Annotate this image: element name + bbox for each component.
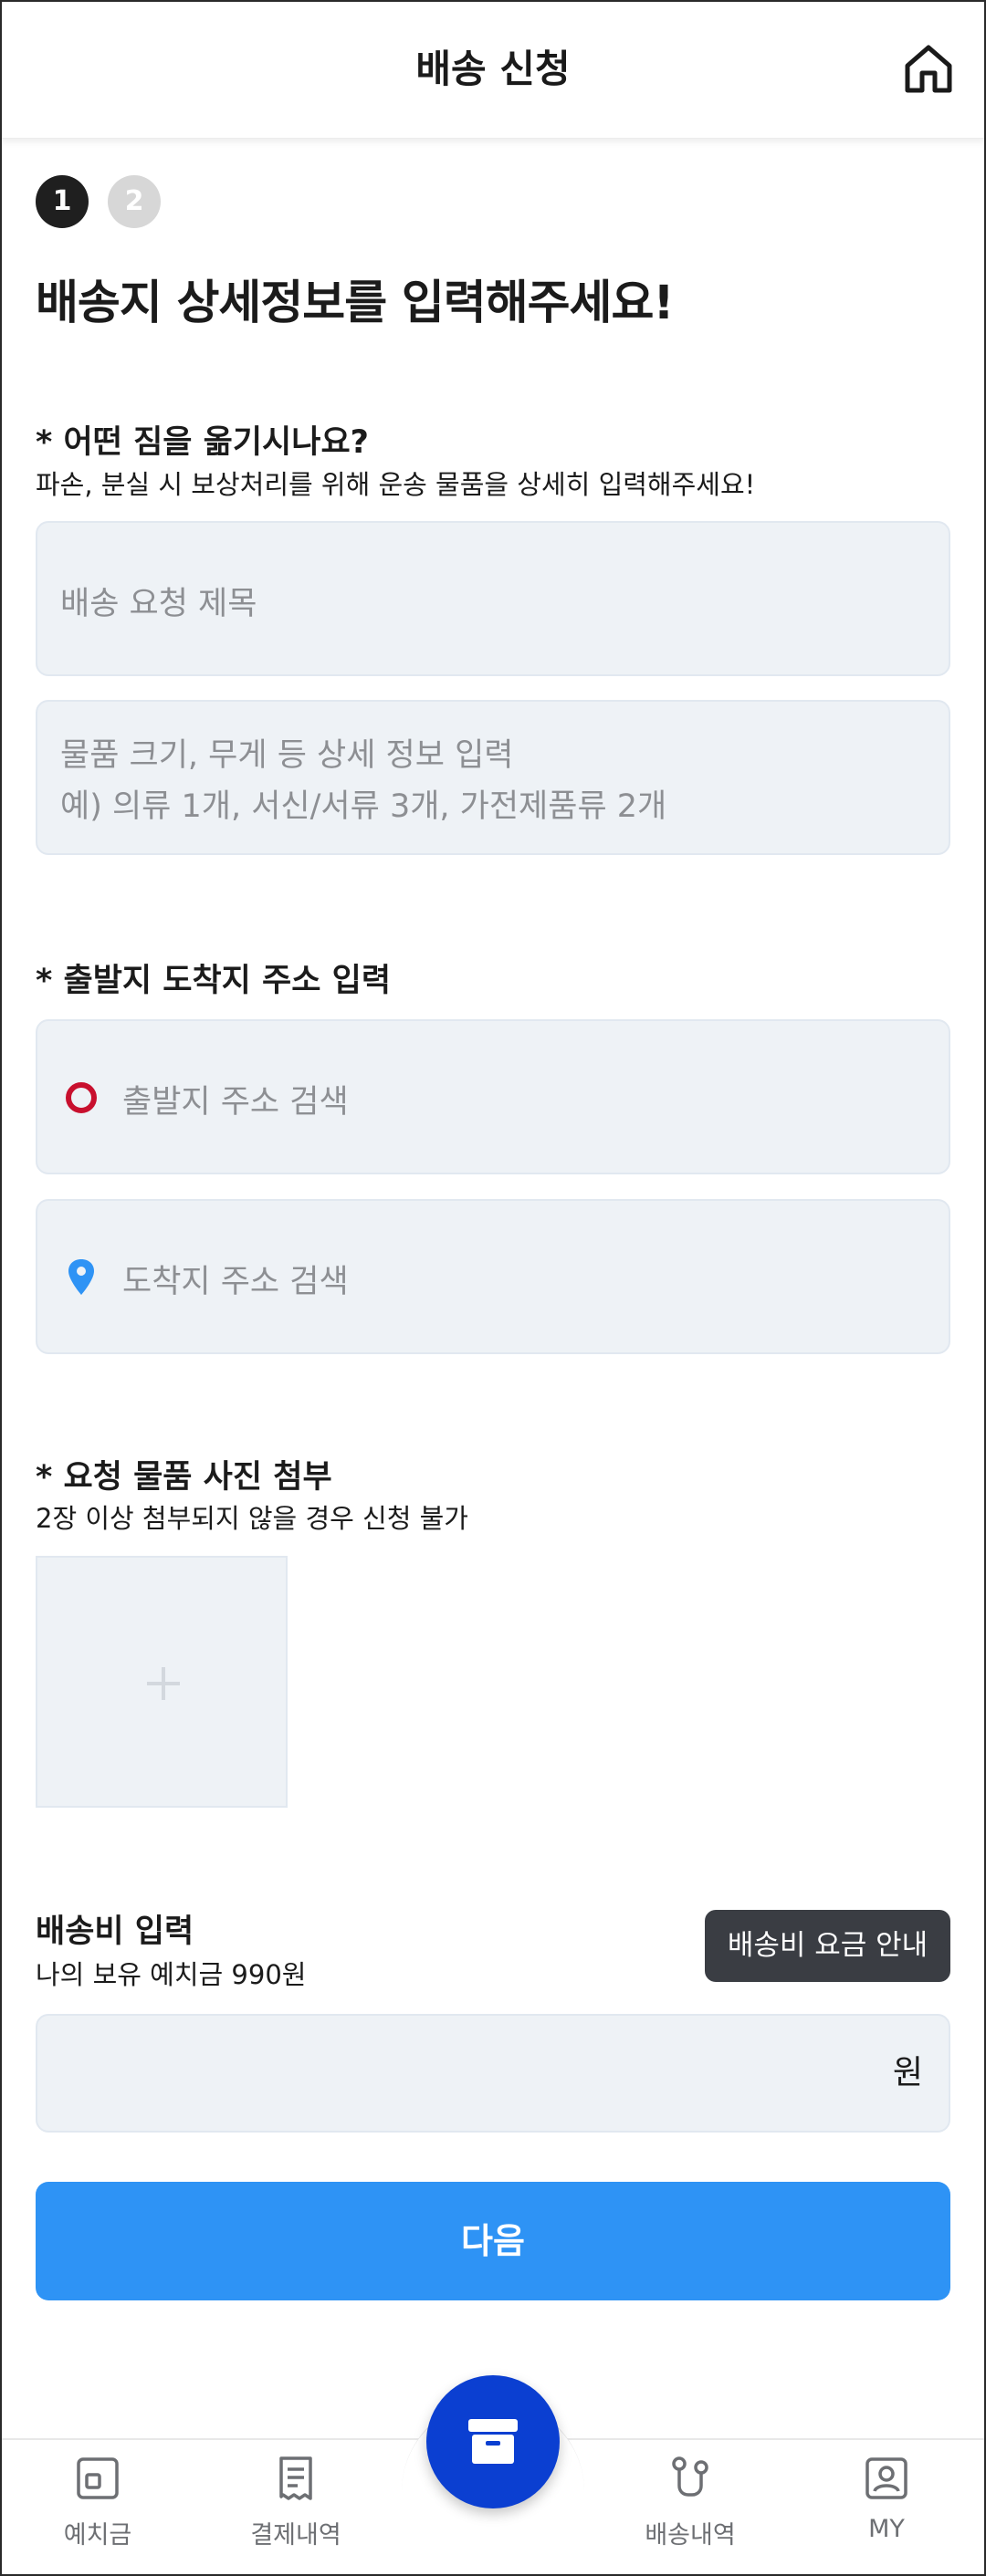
receipt-icon: [279, 2456, 312, 2500]
deposit-icon: [77, 2457, 119, 2499]
item-detail-placeholder-line2: 예) 의류 1개, 서신/서류 3개, 가전제품류 2개: [60, 788, 667, 825]
currency-unit: 원: [892, 2054, 923, 2091]
photo-section-description: 2장 이상 첨부되지 않을 경우 신청 불가: [36, 1503, 468, 1534]
photo-section-label: * 요청 물품 사진 첨부: [36, 1459, 332, 1496]
nav-item-deposit[interactable]: 예치금: [16, 2455, 180, 2550]
request-title-placeholder: 배송 요청 제목: [60, 586, 257, 622]
location-pin-icon: [68, 1259, 94, 1295]
nav-item-my[interactable]: MY: [804, 2455, 969, 2543]
plus-icon: [147, 1667, 180, 1700]
nav-label-delivery-history: 배송내역: [645, 2521, 736, 2550]
step-indicator-2: 2: [108, 175, 161, 228]
cargo-section-description: 파손, 분실 시 보상처리를 위해 운송 물품을 상세히 입력해주세요!: [36, 469, 756, 500]
nav-item-delivery-history[interactable]: 배송내역: [608, 2455, 772, 2550]
delivery-fee-input[interactable]: 원: [36, 2014, 950, 2133]
nav-label-payments: 결제내역: [250, 2521, 341, 2550]
route-icon: [672, 2456, 708, 2497]
new-delivery-button[interactable]: [426, 2375, 560, 2508]
origin-marker-icon: [66, 1082, 97, 1113]
deposit-balance-text: 나의 보유 예치금 990원: [36, 1959, 307, 1990]
next-button[interactable]: 다음: [36, 2182, 950, 2300]
origin-address-placeholder: 출발지 주소 검색: [122, 1084, 349, 1121]
app-header: 배송 신청: [0, 0, 986, 139]
item-detail-textarea[interactable]: 물품 크기, 무게 등 상세 정보 입력 예) 의류 1개, 서신/서류 3개,…: [36, 700, 950, 855]
page-title: 배송지 상세정보를 입력해주세요!: [36, 276, 675, 330]
home-icon: [905, 45, 952, 93]
fee-section-label: 배송비 입력: [36, 1914, 194, 1950]
destination-address-search[interactable]: 도착지 주소 검색: [36, 1199, 950, 1354]
home-button[interactable]: [902, 42, 955, 95]
step-indicator-1: 1: [36, 175, 89, 228]
cargo-section-label: * 어떤 짐을 옮기시나요?: [36, 424, 369, 461]
origin-address-search[interactable]: 출발지 주소 검색: [36, 1019, 950, 1174]
nav-item-payments[interactable]: 결제내역: [214, 2455, 378, 2550]
fee-guide-button[interactable]: 배송비 요금 안내: [705, 1910, 950, 1982]
address-section-label: * 출발지 도착지 주소 입력: [36, 963, 392, 999]
page-header-title: 배송 신청: [415, 47, 571, 91]
profile-icon: [865, 2457, 907, 2499]
item-detail-placeholder-line1: 물품 크기, 무게 등 상세 정보 입력: [60, 737, 514, 774]
request-title-input[interactable]: 배송 요청 제목: [36, 521, 950, 676]
destination-address-placeholder: 도착지 주소 검색: [122, 1264, 349, 1300]
nav-label-my: MY: [868, 2515, 905, 2543]
nav-label-deposit: 예치금: [63, 2521, 132, 2550]
box-icon: [468, 2419, 518, 2464]
add-photo-button[interactable]: [36, 1556, 288, 1808]
